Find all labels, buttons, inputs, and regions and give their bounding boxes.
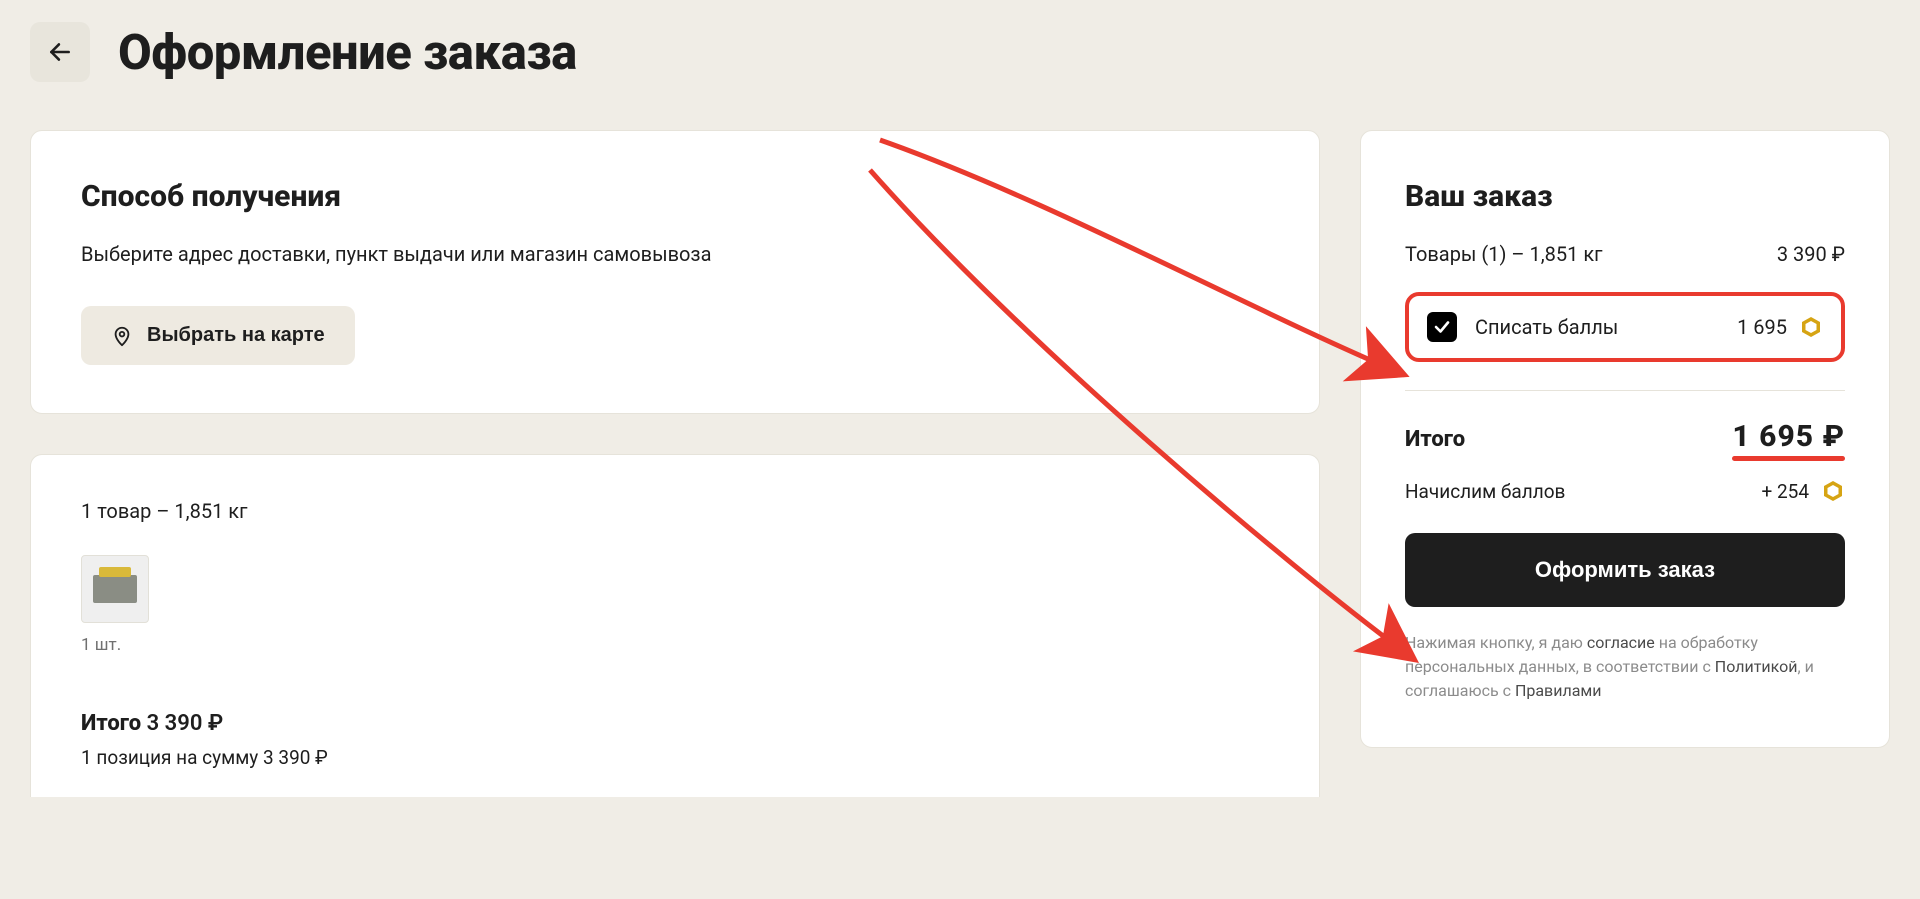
- bonus-value: + 254: [1761, 480, 1809, 503]
- order-goods-value: 3 390 ₽: [1777, 242, 1845, 266]
- redeem-points-box: Списать баллы 1 695: [1405, 292, 1845, 362]
- items-card: 1 товар – 1,851 кг 1 шт. Итого 3 390 ₽ 1…: [30, 454, 1320, 797]
- delivery-subtitle: Выберите адрес доставки, пункт выдачи ил…: [81, 242, 1269, 266]
- map-pin-icon: [111, 325, 133, 347]
- arrow-left-icon: [47, 39, 73, 65]
- back-button[interactable]: [30, 22, 90, 82]
- items-meta: 1 товар – 1,851 кг: [81, 499, 1269, 523]
- items-total-value: 3 390 ₽: [147, 711, 224, 736]
- bonus-label: Начислим баллов: [1405, 480, 1565, 503]
- choose-on-map-button[interactable]: Выбрать на карте: [81, 306, 355, 365]
- coin-icon: [1821, 479, 1845, 503]
- delivery-card: Способ получения Выберите адрес доставки…: [30, 130, 1320, 414]
- items-total-label: Итого: [81, 711, 147, 736]
- product-qty: 1 шт.: [81, 635, 1269, 655]
- policy-link[interactable]: Политикой: [1715, 657, 1798, 676]
- order-goods-label: Товары (1) – 1,851 кг: [1405, 242, 1603, 266]
- order-total-value: 1 695 ₽: [1732, 419, 1845, 454]
- redeem-points-label: Списать баллы: [1475, 315, 1618, 339]
- choose-on-map-label: Выбрать на карте: [147, 324, 325, 347]
- bonus-row: Начислим баллов + 254: [1405, 479, 1845, 503]
- items-total: Итого 3 390 ₽: [81, 711, 1269, 736]
- order-summary-card: Ваш заказ Товары (1) – 1,851 кг 3 390 ₽ …: [1360, 130, 1890, 748]
- product-thumbnail[interactable]: [81, 555, 149, 623]
- check-icon: [1433, 318, 1451, 336]
- delivery-title: Способ получения: [81, 179, 1269, 214]
- consent-link[interactable]: согласие: [1587, 633, 1655, 652]
- divider: [1405, 390, 1845, 391]
- order-goods-line: Товары (1) – 1,851 кг 3 390 ₽: [1405, 242, 1845, 266]
- page-header: Оформление заказа: [30, 22, 1890, 82]
- page-title: Оформление заказа: [118, 24, 577, 81]
- coin-icon: [1799, 315, 1823, 339]
- rules-link[interactable]: Правилами: [1515, 681, 1602, 700]
- submit-order-button[interactable]: Оформить заказ: [1405, 533, 1845, 607]
- legal-part: Нажимая кнопку, я даю: [1405, 633, 1587, 652]
- order-total-row: Итого 1 695 ₽: [1405, 419, 1845, 461]
- redeem-points-checkbox[interactable]: [1427, 312, 1457, 342]
- items-positions: 1 позиция на сумму 3 390 ₽: [81, 746, 1269, 769]
- redeem-points-value: 1 695: [1737, 315, 1787, 339]
- legal-text: Нажимая кнопку, я даю согласие на обрабо…: [1405, 631, 1845, 703]
- order-total-label: Итого: [1405, 427, 1465, 452]
- order-title: Ваш заказ: [1405, 179, 1845, 214]
- total-underline-annotation: [1732, 456, 1845, 461]
